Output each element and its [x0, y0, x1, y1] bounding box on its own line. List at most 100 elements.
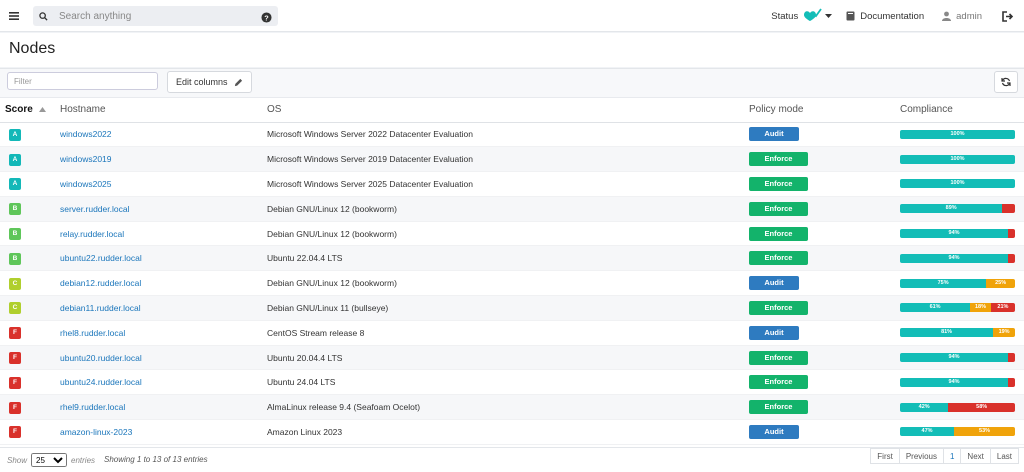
page-size-control: Show 25 entries: [7, 453, 95, 467]
policy-mode-badge[interactable]: Enforce: [749, 176, 808, 191]
logout-icon[interactable]: [1002, 10, 1014, 22]
policy-mode-badge[interactable]: Audit: [749, 127, 799, 142]
table-row[interactable]: Frhel8.rudder.local CentOS Stream release…: [0, 320, 1024, 346]
table-row[interactable]: Cdebian11.rudder.local Debian GNU/Linux 1…: [0, 295, 1024, 321]
policy-mode-cell: Audit: [749, 122, 900, 148]
hostname-link[interactable]: ubuntu20.rudder.local: [60, 345, 267, 371]
search-box: ?: [33, 6, 278, 26]
hostname-link[interactable]: windows2022: [60, 122, 267, 148]
policy-mode-badge[interactable]: Enforce: [749, 375, 808, 390]
policy-mode-badge[interactable]: Enforce: [749, 350, 808, 365]
column-header-score[interactable]: Score: [0, 98, 60, 123]
compliance-bar[interactable]: 94%: [900, 253, 1015, 263]
menu-icon[interactable]: [0, 0, 28, 32]
table-row[interactable]: Bubuntu22.rudder.local Ubuntu 22.04.4 LTS…: [0, 245, 1024, 272]
pager-previous[interactable]: Previous: [898, 448, 944, 464]
compliance-cell: 100%: [900, 171, 1024, 197]
score-cell: A: [0, 146, 60, 173]
policy-mode-badge[interactable]: Enforce: [749, 251, 808, 266]
hostname-link[interactable]: debian12.rudder.local: [60, 270, 267, 297]
compliance-bar[interactable]: 100%: [900, 179, 1015, 189]
compliance-cell: 100%: [900, 146, 1024, 173]
compliance-segment: 61%: [900, 303, 971, 313]
table-row[interactable]: Fubuntu24.rudder.local Ubuntu 24.04 LTS En…: [0, 369, 1024, 396]
compliance-bar[interactable]: 75% 25%: [900, 278, 1015, 288]
table-row[interactable]: Awindows2025 Microsoft Windows Server 202…: [0, 171, 1024, 197]
nodes-table: Score Hostname OS Policy mode Compliance…: [0, 98, 1024, 445]
table-row[interactable]: Bserver.rudder.local Debian GNU/Linux 12 …: [0, 196, 1024, 222]
compliance-segment: 100%: [900, 129, 1015, 139]
compliance-segment: [1008, 229, 1015, 239]
compliance-bar[interactable]: 94%: [900, 229, 1015, 239]
hostname-link[interactable]: relay.rudder.local: [60, 221, 267, 247]
policy-mode-badge[interactable]: Audit: [749, 276, 799, 291]
column-header-hostname[interactable]: Hostname: [60, 98, 267, 123]
os-cell: Debian GNU/Linux 12 (bookworm): [267, 270, 749, 297]
pager-first[interactable]: First: [870, 448, 900, 464]
compliance-segment: 58%: [948, 402, 1015, 412]
filter-input[interactable]: [7, 72, 158, 90]
hostname-link[interactable]: debian11.rudder.local: [60, 295, 267, 321]
column-header-policy-mode[interactable]: Policy mode: [749, 98, 900, 123]
column-header-compliance[interactable]: Compliance: [900, 98, 1024, 123]
score-badge: A: [9, 153, 21, 166]
pager-current[interactable]: 1: [942, 448, 962, 464]
hostname-link[interactable]: server.rudder.local: [60, 196, 267, 222]
table-row[interactable]: Awindows2019 Microsoft Windows Server 201…: [0, 146, 1024, 173]
table-row[interactable]: Cdebian12.rudder.local Debian GNU/Linux 1…: [0, 270, 1024, 297]
compliance-cell: 42% 58%: [900, 394, 1024, 421]
table-row[interactable]: Fubuntu20.rudder.local Ubuntu 20.04.4 LTS…: [0, 345, 1024, 371]
compliance-bar[interactable]: 47% 53%: [900, 427, 1015, 437]
status-dropdown[interactable]: Status: [771, 7, 833, 25]
user-label: admin: [956, 10, 982, 22]
pager-next[interactable]: Next: [960, 448, 991, 464]
hostname-link[interactable]: ubuntu24.rudder.local: [60, 369, 267, 396]
user-menu[interactable]: admin: [942, 11, 982, 22]
hostname-link[interactable]: rhel9.rudder.local: [60, 394, 267, 421]
compliance-bar[interactable]: 89%: [900, 204, 1015, 214]
documentation-link[interactable]: Documentation: [846, 11, 924, 22]
policy-mode-badge[interactable]: Enforce: [749, 152, 808, 167]
caret-down-icon: [825, 11, 833, 22]
policy-mode-badge[interactable]: Enforce: [749, 400, 808, 415]
hostname-link[interactable]: windows2019: [60, 146, 267, 173]
table-info: Showing 1 to 13 of 13 entries: [104, 455, 208, 464]
hostname-link[interactable]: windows2025: [60, 171, 267, 197]
table-row[interactable]: Famazon-linux-2023 Amazon Linux 2023 Audit…: [0, 419, 1024, 445]
compliance-bar[interactable]: 61% 18% 21%: [900, 303, 1015, 313]
policy-mode-badge[interactable]: Audit: [749, 325, 799, 340]
pager-last[interactable]: Last: [989, 448, 1019, 464]
hostname-link[interactable]: ubuntu22.rudder.local: [60, 245, 267, 272]
policy-mode-badge[interactable]: Enforce: [749, 201, 808, 216]
os-cell: Microsoft Windows Server 2019 Datacenter…: [267, 146, 749, 173]
compliance-bar[interactable]: 100%: [900, 129, 1015, 139]
policy-mode-badge[interactable]: Audit: [749, 424, 799, 439]
table-row[interactable]: Awindows2022 Microsoft Windows Server 202…: [0, 122, 1024, 148]
compliance-bar[interactable]: 100%: [900, 154, 1015, 164]
hostname-link[interactable]: rhel8.rudder.local: [60, 320, 267, 346]
policy-mode-badge[interactable]: Enforce: [749, 300, 808, 315]
documentation-label: Documentation: [860, 10, 925, 22]
score-cell: A: [0, 122, 60, 148]
policy-mode-cell: Enforce: [749, 171, 900, 197]
help-icon[interactable]: ?: [261, 10, 272, 28]
compliance-bar[interactable]: 81% 19%: [900, 328, 1015, 338]
table-row[interactable]: Brelay.rudder.local Debian GNU/Linux 12 (…: [0, 221, 1024, 247]
score-badge: B: [9, 228, 21, 241]
score-badge: C: [9, 277, 21, 290]
column-header-os[interactable]: OS: [267, 98, 749, 123]
score-badge: B: [9, 252, 21, 265]
compliance-cell: 61% 18% 21%: [900, 295, 1024, 321]
policy-mode-badge[interactable]: Enforce: [749, 226, 808, 241]
page-size-select[interactable]: 25: [31, 453, 68, 467]
hostname-link[interactable]: amazon-linux-2023: [60, 419, 267, 445]
refresh-button[interactable]: [994, 71, 1018, 93]
policy-mode-cell: Enforce: [749, 369, 900, 396]
table-row[interactable]: Frhel9.rudder.local AlmaLinux release 9.4…: [0, 394, 1024, 421]
pencil-icon: [234, 78, 242, 86]
search-input[interactable]: [59, 10, 254, 22]
compliance-bar[interactable]: 42% 58%: [900, 402, 1015, 412]
compliance-bar[interactable]: 94%: [900, 353, 1015, 363]
edit-columns-button[interactable]: Edit columns: [167, 71, 252, 93]
compliance-bar[interactable]: 94%: [900, 377, 1015, 387]
